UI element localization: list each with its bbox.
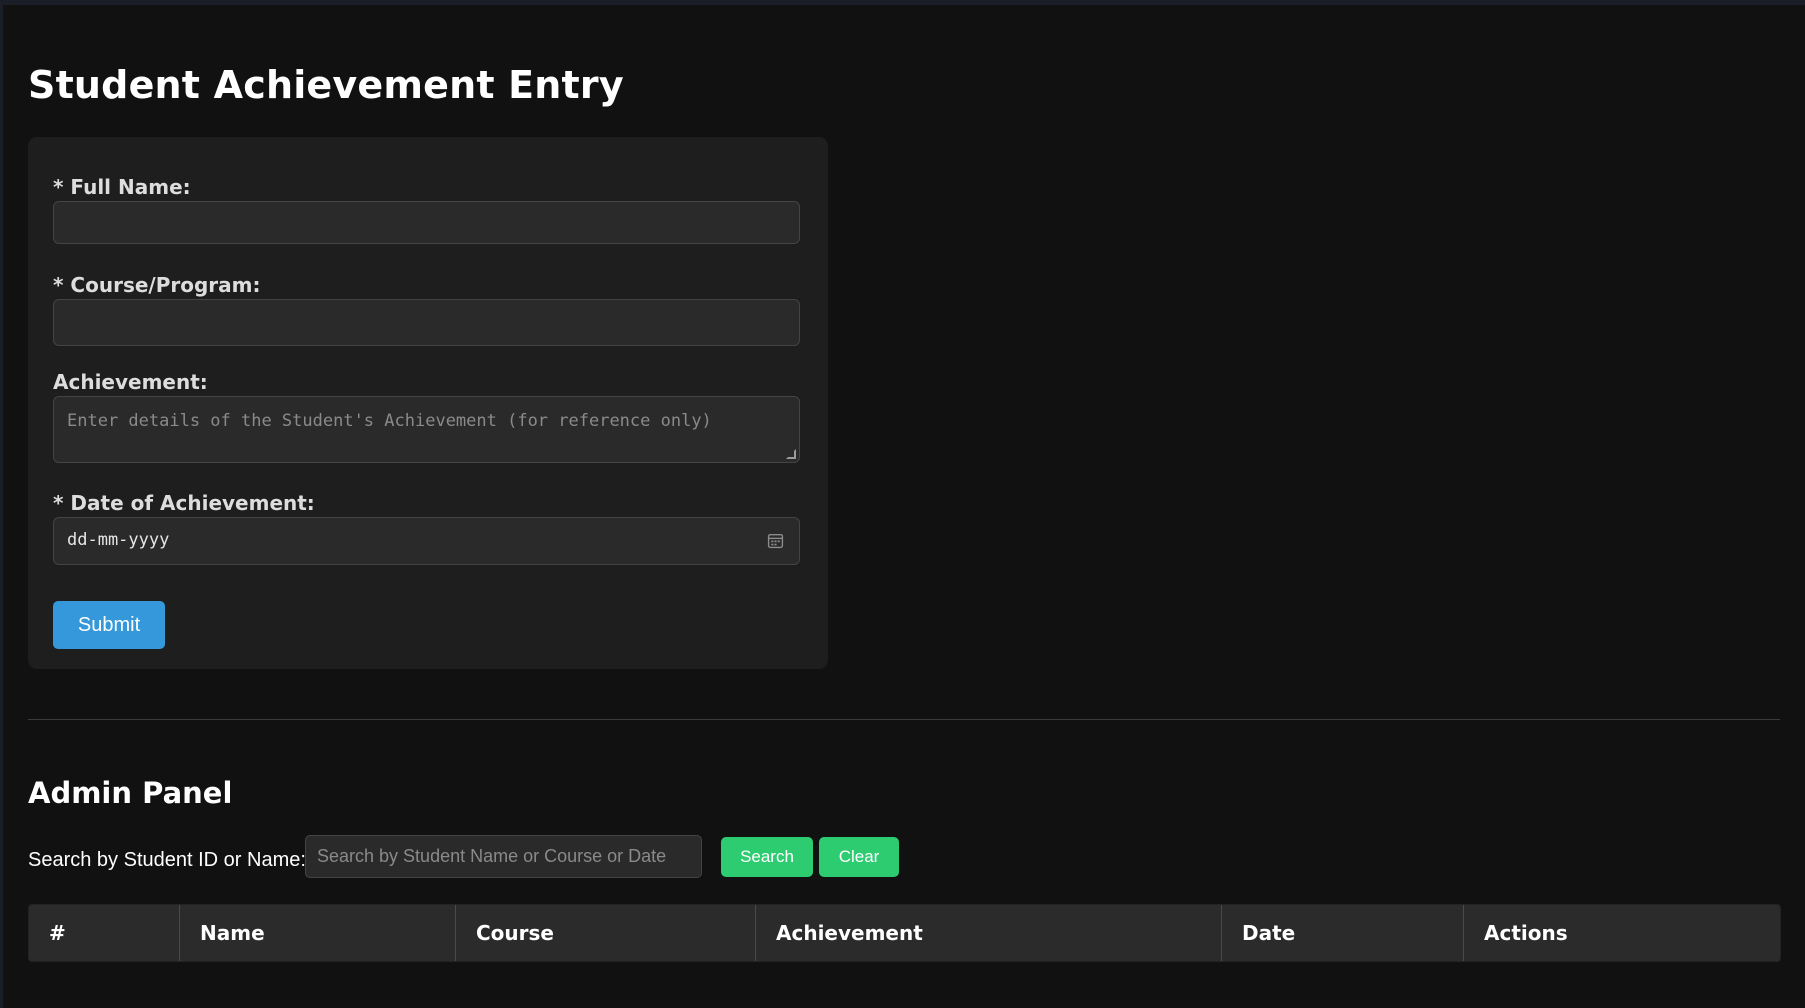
date-label: * Date of Achievement: [53,491,315,515]
clear-button[interactable]: Clear [819,837,899,877]
column-header-name: Name [180,905,456,961]
achievement-form: * Full Name: * Course/Program: Achieveme… [28,137,828,669]
records-table-header: # Name Course Achievement Date Actions [28,904,1781,962]
column-header-actions: Actions [1484,921,1568,945]
column-header-course: Course [456,905,756,961]
achievement-placeholder: Enter details of the Student's Achieveme… [67,411,712,431]
section-divider [28,719,1780,720]
calendar-icon[interactable] [767,532,784,549]
achievement-label: Achievement: [53,370,208,394]
column-header-achievement: Achievement [756,905,1222,961]
page: Student Achievement Entry * Full Name: *… [3,5,1805,1008]
search-label: Search by Student ID or Name: [28,849,306,871]
date-value: dd-mm-yyyy [67,530,170,550]
course-input[interactable] [53,299,800,346]
resize-handle-icon[interactable] [786,449,796,459]
full-name-input[interactable] [53,201,800,244]
submit-button[interactable]: Submit [53,601,165,649]
column-header-index: # [29,905,180,961]
search-button[interactable]: Search [721,837,813,877]
search-input[interactable]: Search by Student Name or Course or Date [305,835,702,878]
page-title: Student Achievement Entry [28,63,624,107]
column-header-date: Date [1222,905,1464,961]
date-input[interactable]: dd-mm-yyyy [53,517,800,565]
search-placeholder: Search by Student Name or Course or Date [317,846,667,866]
achievement-textarea[interactable]: Enter details of the Student's Achieveme… [53,396,800,463]
admin-panel-title: Admin Panel [28,776,233,810]
course-label: * Course/Program: [53,273,261,297]
full-name-label: * Full Name: [53,175,191,199]
